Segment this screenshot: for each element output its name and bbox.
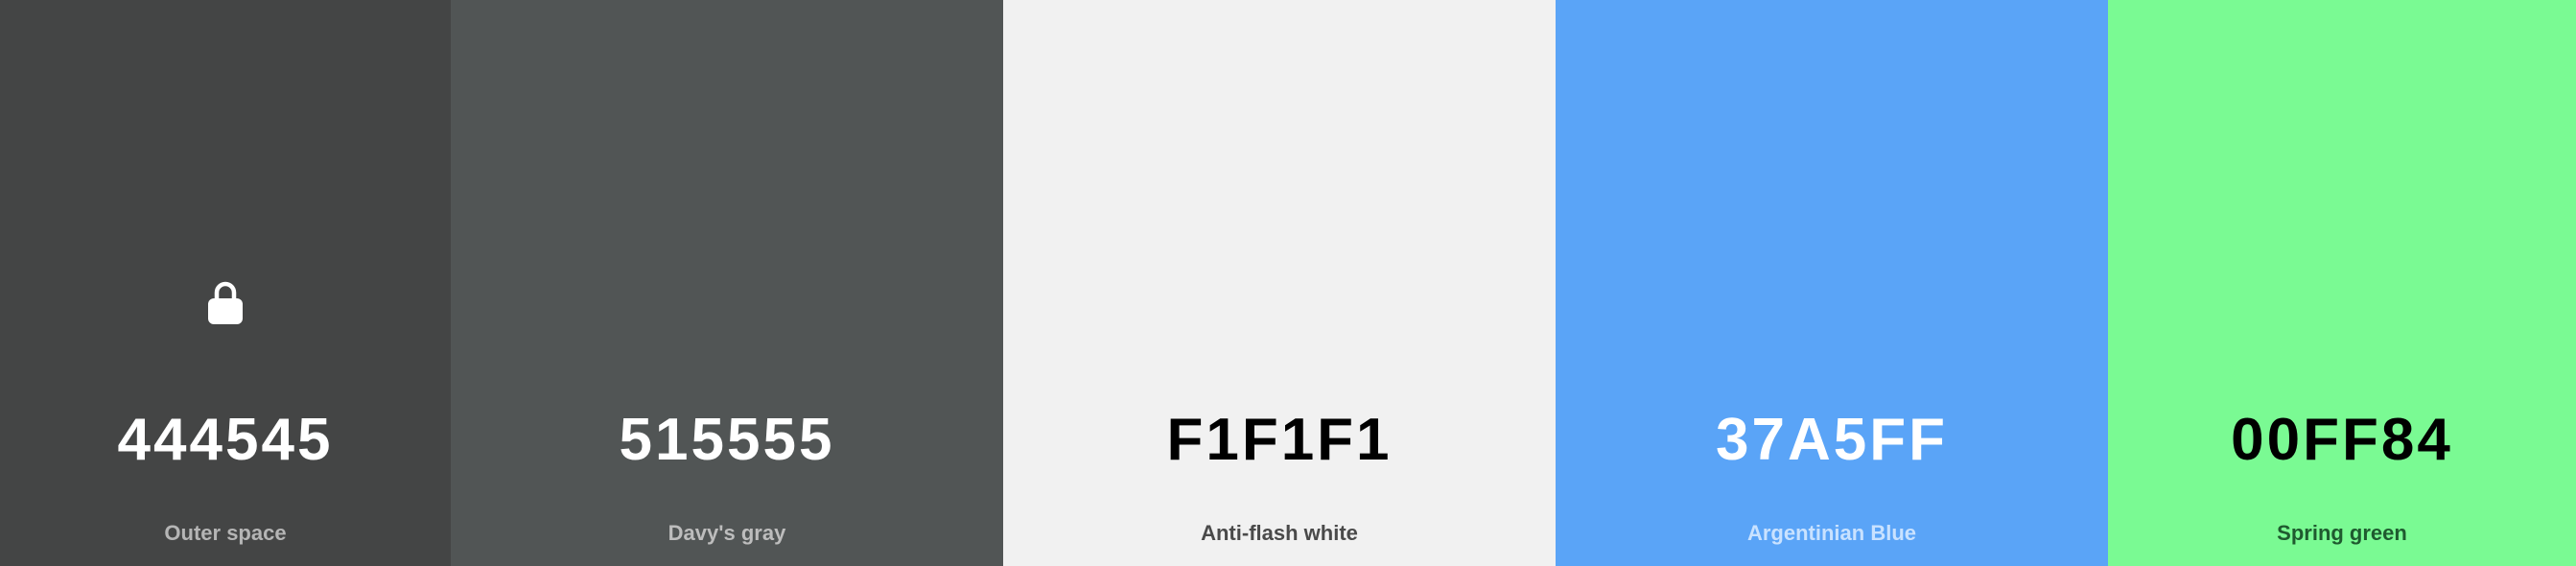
color-name: Spring green: [2277, 521, 2407, 545]
color-name: Outer space: [164, 521, 287, 545]
color-name: Anti-flash white: [1201, 521, 1358, 545]
hex-code[interactable]: 444545: [0, 411, 451, 470]
hex-code[interactable]: 515555: [451, 411, 1003, 470]
swatch-outer-space[interactable]: 444545 Outer space: [0, 0, 451, 566]
lock-icon[interactable]: [206, 280, 245, 326]
color-name: Argentinian Blue: [1746, 521, 1916, 545]
swatch-spring-green[interactable]: 00FF84 Spring green: [2108, 0, 2576, 566]
hex-code[interactable]: 00FF84: [2108, 411, 2576, 470]
color-name: Davy's gray: [667, 521, 786, 545]
hex-code[interactable]: 37A5FF: [1556, 411, 2108, 470]
swatch-davys-gray[interactable]: 515555 Davy's gray: [451, 0, 1003, 566]
color-palette: 444545 Outer space 515555 Davy's gray F1…: [0, 0, 2576, 566]
hex-code[interactable]: F1F1F1: [1003, 411, 1556, 470]
swatch-argentinian-blue[interactable]: 37A5FF Argentinian Blue: [1556, 0, 2108, 566]
swatch-anti-flash-white[interactable]: F1F1F1 Anti-flash white: [1003, 0, 1556, 566]
